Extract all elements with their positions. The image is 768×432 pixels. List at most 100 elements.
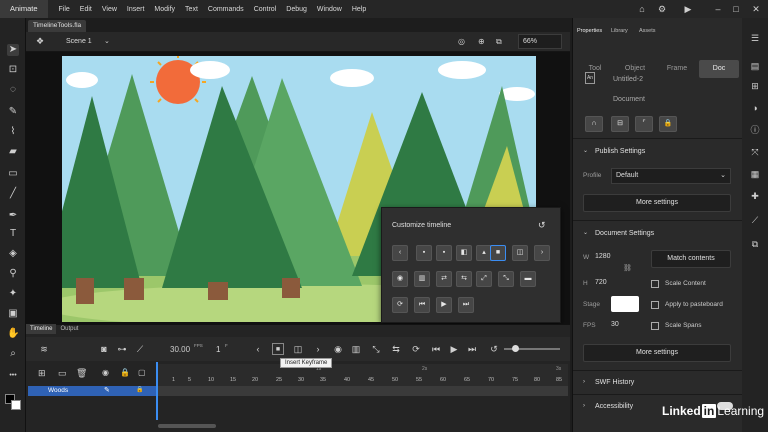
insert-keyframe-icon[interactable]: ■ — [272, 343, 284, 355]
subtab-frame[interactable]: Frame — [657, 60, 697, 78]
fill-color-swatch[interactable] — [11, 400, 21, 410]
color-icon[interactable]: ◑ — [749, 102, 761, 114]
tween-icon[interactable]: ⤡ — [370, 343, 382, 355]
edit-multiple-icon[interactable]: ▥ — [414, 271, 430, 287]
menu-file[interactable]: File — [54, 6, 75, 13]
menu-modify[interactable]: Modify — [149, 6, 180, 13]
loop-icon[interactable]: ⟳ — [410, 343, 422, 355]
last-frame-icon[interactable]: ⏭ — [458, 297, 474, 313]
camera-icon[interactable]: ◙ — [98, 343, 110, 355]
scene-label[interactable]: Scene 1 — [66, 38, 92, 45]
publish-settings-header[interactable]: Publish Settings — [595, 148, 645, 155]
lasso-tool-icon[interactable]: ◌ — [7, 84, 19, 96]
bone-tool-icon[interactable]: ✦ — [7, 288, 19, 300]
selection-tool-icon[interactable]: ➤ — [7, 44, 19, 56]
timeline-scrollbar[interactable] — [158, 424, 216, 428]
line-tool-icon[interactable]: ╱ — [7, 188, 19, 200]
camera-tool-icon[interactable]: ▣ — [7, 308, 19, 320]
undo-icon[interactable]: ↺ — [488, 343, 500, 355]
document-tab[interactable]: TimelineTools.fla — [28, 20, 87, 32]
hand-tool-icon[interactable]: ✋ — [7, 328, 19, 340]
magnet-icon[interactable]: ∩ — [585, 116, 603, 132]
last-frame-icon[interactable]: ⏭ — [466, 343, 478, 355]
menu-text[interactable]: Text — [180, 6, 203, 13]
lock-icon[interactable]: 🔒 — [120, 368, 130, 377]
keyframe-icon[interactable]: ■ — [490, 245, 506, 261]
loop-icon[interactable]: ⟳ — [392, 297, 408, 313]
free-transform-tool-icon[interactable]: ⊡ — [7, 64, 19, 76]
classic-tween-icon[interactable]: ⇆ — [456, 271, 472, 287]
publish-more-settings-button[interactable]: More settings — [583, 194, 731, 212]
edit-multiple-frames-icon[interactable]: ▥ — [350, 343, 362, 355]
layer-name[interactable]: Woods — [48, 387, 68, 394]
chevron-down-icon[interactable]: ⌄ — [583, 147, 588, 154]
shape-tween-icon[interactable]: ⤢ — [476, 271, 492, 287]
onion-skin-icon[interactable]: ◉ — [332, 343, 344, 355]
fps-value[interactable]: 30.00 — [170, 345, 190, 354]
delete-layer-icon[interactable]: 🗑 — [76, 368, 87, 379]
tab-assets[interactable]: Assets — [639, 28, 656, 34]
scene-icon[interactable]: ❖ — [36, 36, 44, 47]
menu-view[interactable]: View — [97, 6, 122, 13]
first-frame-icon[interactable]: ⏮ — [430, 343, 442, 355]
swf-history-header[interactable]: SWF History — [595, 379, 634, 386]
height-value[interactable]: 720 — [595, 279, 607, 286]
center-stage-icon[interactable]: ⊕ — [478, 37, 485, 46]
motion-tween-icon[interactable]: ⇄ — [436, 271, 452, 287]
menu-commands[interactable]: Commands — [203, 6, 249, 13]
first-frame-icon[interactable]: ⏮ — [414, 297, 430, 313]
close-icon[interactable]: ✕ — [750, 3, 762, 15]
profile-select[interactable]: Default ⌄ — [611, 168, 731, 184]
chevron-down-icon[interactable]: ⌄ — [104, 37, 110, 45]
insert-frame-icon[interactable]: ▬ — [520, 271, 536, 287]
onion-skin-icon[interactable]: ◉ — [392, 271, 408, 287]
graph-icon[interactable]: ⟋ — [134, 343, 146, 355]
menu-edit[interactable]: Edit — [75, 6, 97, 13]
scale-content-checkbox[interactable] — [651, 280, 659, 288]
eyedropper-tool-icon[interactable]: ⚲ — [7, 268, 19, 280]
edit-symbols-icon[interactable]: ⧉ — [496, 37, 502, 47]
play-icon[interactable]: ▶ — [448, 343, 460, 355]
option-1-icon[interactable]: ▪ — [416, 245, 432, 261]
zoom-tool-icon[interactable]: ⌕ — [7, 348, 19, 360]
more-tools-icon[interactable]: ••• — [7, 370, 19, 382]
current-frame[interactable]: 1 — [216, 345, 220, 354]
chevron-right-icon[interactable]: › — [583, 379, 585, 385]
settings-icon[interactable]: ⚙ — [656, 3, 668, 15]
width-value[interactable]: 1280 — [595, 253, 611, 260]
link-icon[interactable]: ⛓ — [623, 264, 632, 272]
prev-icon[interactable]: ‹ — [392, 245, 408, 261]
frame-zoom-slider-handle[interactable] — [512, 345, 519, 352]
prev-keyframe-icon[interactable]: ‹ — [252, 343, 264, 355]
match-contents-button[interactable]: Match contents — [651, 250, 731, 268]
reset-icon[interactable]: ↺ — [538, 220, 546, 231]
play-icon[interactable]: ▶ — [436, 297, 452, 313]
menu-debug[interactable]: Debug — [281, 6, 312, 13]
minimize-icon[interactable]: – — [712, 3, 724, 15]
layers-icon[interactable]: ≋ — [38, 343, 50, 355]
blank-keyframe-icon[interactable]: ◫ — [512, 245, 528, 261]
clip-icon[interactable]: ◎ — [458, 37, 465, 46]
new-folder-icon[interactable]: ▭ — [58, 368, 67, 379]
visibility-icon[interactable]: ◉ — [102, 368, 109, 377]
tab-library[interactable]: Library — [611, 28, 628, 34]
align-icon[interactable]: ⊞ — [749, 80, 761, 92]
option-2-icon[interactable]: ▪ — [436, 245, 452, 261]
convert-tween-icon[interactable]: ⤡ — [498, 271, 514, 287]
chevron-down-icon[interactable]: ⌄ — [583, 229, 588, 236]
subtab-doc[interactable]: Doc — [699, 60, 739, 78]
scale-spans-checkbox[interactable] — [651, 322, 659, 330]
info-icon[interactable]: ⓘ — [749, 124, 761, 136]
stage-color-swatch[interactable] — [611, 296, 639, 312]
layer-parenting-icon[interactable]: ⊶ — [116, 343, 128, 355]
align-icon[interactable]: ⊟ — [611, 116, 629, 132]
test-movie-icon[interactable]: ▶ — [682, 3, 694, 15]
document-more-settings-button[interactable]: More settings — [583, 344, 731, 362]
rectangle-tool-icon[interactable]: ▭ — [7, 168, 19, 180]
text-tool-icon[interactable]: T — [7, 228, 19, 240]
eraser-tool-icon[interactable]: ▰ — [7, 146, 19, 158]
menu-help[interactable]: Help — [347, 6, 371, 13]
lock-icon[interactable]: 🔒 — [659, 116, 677, 132]
menu-control[interactable]: Control — [249, 6, 282, 13]
timeline-ruler[interactable]: 1 5 10 15 20 25 30 35 40 45 50 55 60 65 … — [158, 364, 568, 386]
